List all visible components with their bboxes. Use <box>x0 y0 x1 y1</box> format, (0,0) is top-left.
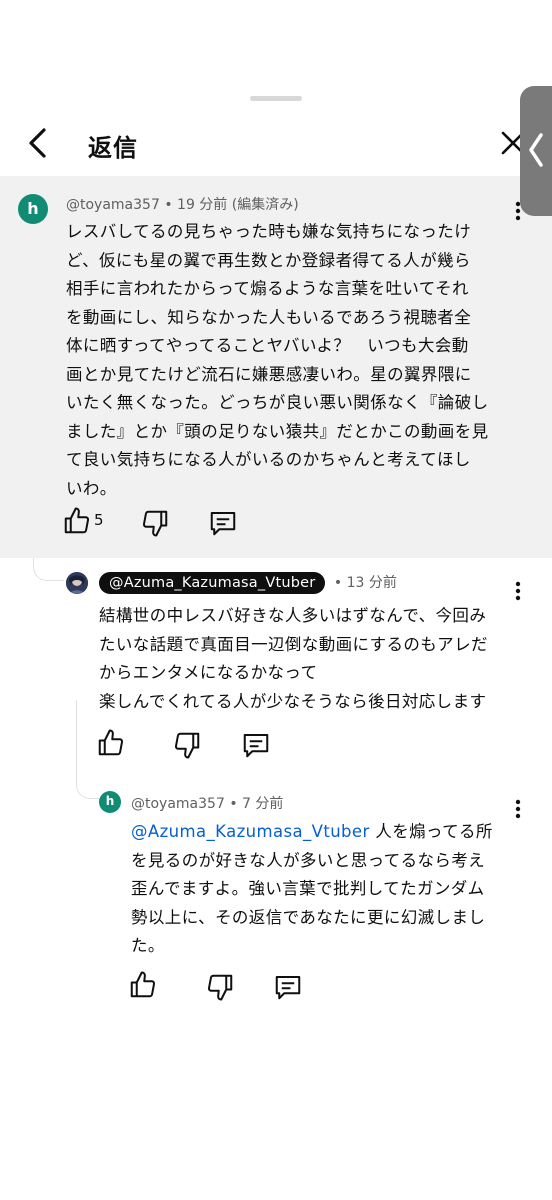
thread-connector <box>33 558 64 581</box>
text-line: たいな話題で真面目一辺倒な動画にするのもアレだ <box>99 634 488 654</box>
text-line: 楽しんでくれてる人が少なそうなら後日対応します <box>99 691 487 711</box>
text-line: @Azuma_Kazumasa_Vtuber 人を煽ってる所 <box>131 818 516 847</box>
thumbs-down-icon <box>174 732 200 759</box>
text-line: 相手に言われたからって煽るような言葉を吐いてそれ <box>66 279 469 298</box>
highlighted-comment: h @toyama357 • 19 分前 (編集済み) レスバしてるの見ちゃった… <box>0 176 552 558</box>
text-line: た。 <box>131 936 165 955</box>
text-line: レスバしてるの見ちゃった時も嫌な気持ちになったけ <box>66 222 472 241</box>
comment-author[interactable]: @toyama357 <box>66 197 160 213</box>
comment-text: レスバしてるの見ちゃった時も嫌な気持ちになったけ ど、仮にも星の翼で再生数とか登… <box>66 218 506 503</box>
like-count: 5 <box>94 511 104 529</box>
reply-button[interactable] <box>273 972 303 1002</box>
more-options-button[interactable] <box>510 798 526 820</box>
dislike-button[interactable] <box>140 508 170 538</box>
panel-header: 返信 <box>0 108 552 176</box>
text-line: ました』とか『頭の足りない猿共』だとかこの動画を見 <box>66 421 489 441</box>
reply-time: • 13 分前 <box>333 575 397 591</box>
page-title: 返信 <box>88 134 138 162</box>
avatar[interactable]: h <box>99 791 121 813</box>
reply-button[interactable] <box>208 508 238 538</box>
text-line: いたく無くなった。どっちが良い悪い関係なく『論破し <box>66 393 489 412</box>
thumbs-down-icon <box>142 510 168 537</box>
more-options-button[interactable] <box>510 580 526 602</box>
text-line: 勢以上に、その返信であなたに更に幻滅しまし <box>131 907 486 927</box>
like-button[interactable] <box>128 970 158 1000</box>
comment-icon <box>275 976 301 1000</box>
reply-meta: @Azuma_Kazumasa_Vtuber • 13 分前 <box>99 572 397 594</box>
dislike-button[interactable] <box>172 730 202 760</box>
text-line: 画とか見てたけど流石に嫌悪感凄いわ。星の翼界隈に <box>66 364 472 384</box>
text-line: 体に晒すってやってることヤバいよ？ いつも大会動 <box>66 336 469 355</box>
like-button[interactable] <box>62 506 92 536</box>
comment-dot: • <box>164 197 178 213</box>
comment-meta: @toyama357 • 19 分前 (編集済み) <box>66 194 299 214</box>
like-button[interactable] <box>96 728 126 758</box>
text-line: ど、仮にも星の翼で再生数とか登録者得てる人が幾ら <box>66 250 471 270</box>
dislike-button[interactable] <box>205 972 235 1002</box>
back-arrow-icon <box>29 128 46 158</box>
text-line: て良い気持ちになる人がいるのかちゃんと考えてほし <box>66 450 471 469</box>
creator-avatar-image <box>66 572 88 594</box>
text-line: からエンタメになるかなって <box>99 663 318 682</box>
text-line: を動画にし、知らなかった人もいるであろう視聴者全 <box>66 307 472 327</box>
reply-button[interactable] <box>241 730 271 760</box>
kebab-icon <box>515 799 521 819</box>
creator-author-chip[interactable]: @Azuma_Kazumasa_Vtuber <box>99 572 326 594</box>
reply-time: • 7 分前 <box>229 796 284 812</box>
comment-icon <box>210 512 236 536</box>
text-line: 結構世の中レスバ好きな人多いはずなんで、今回み <box>99 606 487 625</box>
thumbs-up-icon <box>98 729 124 756</box>
chevron-left-icon <box>529 133 543 167</box>
replies-panel: 返信 h @toyama357 • 19 分前 (編集済み) レスバしてるの見ち… <box>0 86 552 1200</box>
back-button[interactable] <box>22 126 54 160</box>
text-fragment: 人を煽ってる所 <box>369 822 493 841</box>
comment-time: 19 分前 (編集済み) <box>177 197 299 213</box>
text-line: を見るのが好きな人が多いと思ってるなら考え <box>131 850 486 870</box>
thumbs-up-icon <box>64 507 90 534</box>
text-line: いわ。 <box>66 478 117 498</box>
kebab-icon <box>515 581 521 601</box>
reply-author[interactable]: @toyama357 <box>131 796 225 812</box>
reply-meta: @toyama357 • 7 分前 <box>131 793 283 813</box>
thumbs-up-icon <box>130 971 156 998</box>
reply-text: @Azuma_Kazumasa_Vtuber 人を煽ってる所 を見るのが好きな人… <box>131 818 516 961</box>
avatar[interactable]: h <box>18 194 48 224</box>
thumbs-down-icon <box>207 974 233 1001</box>
edge-panel-handle[interactable] <box>520 86 552 216</box>
mention-link[interactable]: @Azuma_Kazumasa_Vtuber <box>131 822 370 841</box>
text-line: 歪んでますよ。強い言葉で批判してたガンダム <box>131 879 485 898</box>
drag-handle[interactable] <box>250 96 302 101</box>
creator-avatar[interactable] <box>66 572 88 594</box>
comment-icon <box>243 734 269 758</box>
reply-text: 結構世の中レスバ好きな人多いはずなんで、今回み たいな話題で真面目一辺倒な動画に… <box>99 602 519 716</box>
